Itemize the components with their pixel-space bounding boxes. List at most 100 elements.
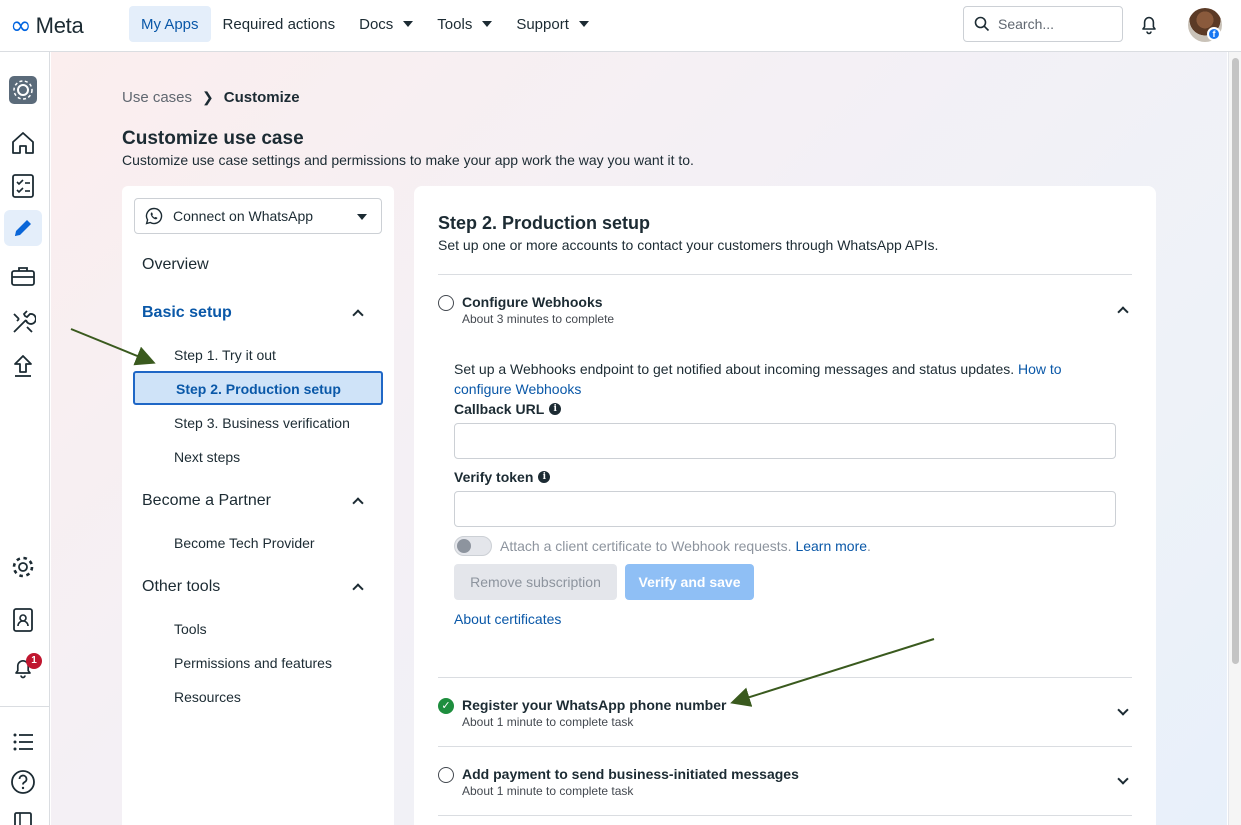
check-complete-icon: ✓ xyxy=(438,698,454,714)
chevron-right-icon: ❯ xyxy=(202,89,214,105)
side-step-2-active[interactable]: Step 2. Production setup xyxy=(133,371,383,405)
use-case-label: Connect on WhatsApp xyxy=(173,208,314,224)
nav-tools[interactable]: Tools xyxy=(425,6,504,42)
chevron-down-icon[interactable] xyxy=(1117,773,1129,785)
section-other-tools[interactable]: Other tools xyxy=(142,578,364,596)
side-overview[interactable]: Overview xyxy=(142,256,209,274)
info-icon[interactable]: i xyxy=(549,403,562,415)
nav-label: Tools xyxy=(437,15,473,33)
rail-customize[interactable] xyxy=(4,210,42,246)
webhooks-radio[interactable] xyxy=(438,295,454,311)
checklist-icon xyxy=(12,174,34,198)
tools-icon xyxy=(13,310,36,333)
side-step-3[interactable]: Step 3. Business verification xyxy=(174,415,350,431)
rail-app-button[interactable] xyxy=(4,72,42,108)
nav-docs[interactable]: Docs xyxy=(347,6,425,42)
top-nav: My Apps Required actions Docs Tools Supp… xyxy=(129,6,601,42)
toggle-label: Attach a client certificate to Webhook r… xyxy=(500,538,871,554)
section-become-partner[interactable]: Become a Partner xyxy=(142,492,364,510)
page-title: Customize use case xyxy=(122,128,304,149)
notification-badge: 1 xyxy=(26,653,42,669)
webhooks-title[interactable]: Configure Webhooks xyxy=(462,294,603,310)
breadcrumb-use-cases[interactable]: Use cases xyxy=(122,89,192,106)
rail-business[interactable] xyxy=(4,258,42,294)
search-input[interactable] xyxy=(998,16,1108,32)
chevron-down-icon[interactable] xyxy=(1117,704,1129,716)
breadcrumb: Use cases ❯ Customize xyxy=(122,89,300,106)
verify-and-save-button[interactable]: Verify and save xyxy=(625,564,754,600)
section-basic-setup[interactable]: Basic setup xyxy=(142,304,364,322)
chevron-up-icon xyxy=(352,497,364,509)
register-phone-subtitle: About 1 minute to complete task xyxy=(462,715,634,729)
search-icon xyxy=(974,16,990,32)
remove-subscription-button[interactable]: Remove subscription xyxy=(454,564,617,600)
left-rail: 1 xyxy=(0,52,50,825)
rail-publish[interactable] xyxy=(4,348,42,384)
facebook-icon: f xyxy=(1207,27,1221,41)
add-payment-title[interactable]: Add payment to send business-initiated m… xyxy=(462,766,799,782)
scrollbar[interactable] xyxy=(1228,52,1241,825)
divider xyxy=(438,815,1132,816)
register-phone-title[interactable]: Register your WhatsApp phone number xyxy=(462,697,726,713)
rail-list[interactable] xyxy=(4,724,42,760)
divider xyxy=(438,677,1132,678)
verify-token-label: Verify token i xyxy=(454,469,551,485)
main-area: Use cases ❯ Customize Customize use case… xyxy=(51,52,1227,825)
rail-dashboard[interactable] xyxy=(4,125,42,161)
field-label-text: Verify token xyxy=(454,469,534,485)
bell-icon[interactable] xyxy=(1137,12,1161,36)
callback-url-input[interactable] xyxy=(454,423,1116,459)
app-settings-icon xyxy=(9,76,37,104)
rail-tools[interactable] xyxy=(4,305,42,341)
add-payment-subtitle: About 1 minute to complete task xyxy=(462,784,634,798)
briefcase-icon xyxy=(11,267,35,286)
verify-token-input[interactable] xyxy=(454,491,1116,527)
rail-divider xyxy=(0,706,50,707)
rail-settings[interactable] xyxy=(4,549,42,585)
side-permissions[interactable]: Permissions and features xyxy=(174,655,332,671)
whatsapp-icon xyxy=(145,207,163,225)
scrollbar-thumb[interactable] xyxy=(1232,58,1239,664)
caret-down-icon xyxy=(357,214,367,220)
caret-down-icon xyxy=(403,21,414,27)
nav-label: Required actions xyxy=(222,15,336,33)
home-icon xyxy=(12,132,34,154)
field-label-text: Callback URL xyxy=(454,401,545,417)
card-subtitle: Set up one or more accounts to contact y… xyxy=(438,237,939,253)
card-title: Step 2. Production setup xyxy=(438,213,651,233)
rail-checklist[interactable] xyxy=(4,168,42,204)
about-certificates-link[interactable]: About certificates xyxy=(454,611,561,627)
divider xyxy=(438,274,1132,275)
nav-label: My Apps xyxy=(141,15,199,33)
nav-support[interactable]: Support xyxy=(504,6,601,42)
client-certificate-toggle[interactable] xyxy=(454,536,492,556)
side-step-1[interactable]: Step 1. Try it out xyxy=(174,347,276,363)
learn-more-suffix: . xyxy=(867,538,871,554)
upload-icon xyxy=(14,355,32,377)
search-box[interactable] xyxy=(963,6,1123,42)
nav-my-apps[interactable]: My Apps xyxy=(129,6,211,42)
rail-help[interactable] xyxy=(4,764,42,800)
payment-radio[interactable] xyxy=(438,767,454,783)
rail-docs[interactable] xyxy=(4,804,42,825)
use-case-dropdown[interactable]: Connect on WhatsApp xyxy=(134,198,382,234)
production-setup-card: Step 2. Production setup Set up one or m… xyxy=(414,186,1156,825)
meta-logo[interactable]: ∞ Meta xyxy=(10,13,84,39)
side-next-steps[interactable]: Next steps xyxy=(174,449,240,465)
side-tech-provider[interactable]: Become Tech Provider xyxy=(174,535,315,551)
rail-roles[interactable] xyxy=(4,602,42,638)
side-resources[interactable]: Resources xyxy=(174,689,241,705)
learn-more-link[interactable]: Learn more xyxy=(795,538,867,554)
info-icon[interactable]: i xyxy=(538,471,551,483)
divider xyxy=(438,746,1132,747)
chevron-up-icon xyxy=(352,583,364,595)
id-card-icon xyxy=(13,608,33,632)
nav-required-actions[interactable]: Required actions xyxy=(211,6,348,42)
pencil-icon xyxy=(15,220,31,236)
chevron-up-icon xyxy=(352,309,364,321)
chevron-up-icon[interactable] xyxy=(1117,306,1129,318)
side-tools[interactable]: Tools xyxy=(174,621,207,637)
webhooks-description: Set up a Webhooks endpoint to get notifi… xyxy=(454,359,1094,399)
list-icon xyxy=(13,733,33,751)
top-bar: ∞ Meta My Apps Required actions Docs Too… xyxy=(0,0,1241,52)
